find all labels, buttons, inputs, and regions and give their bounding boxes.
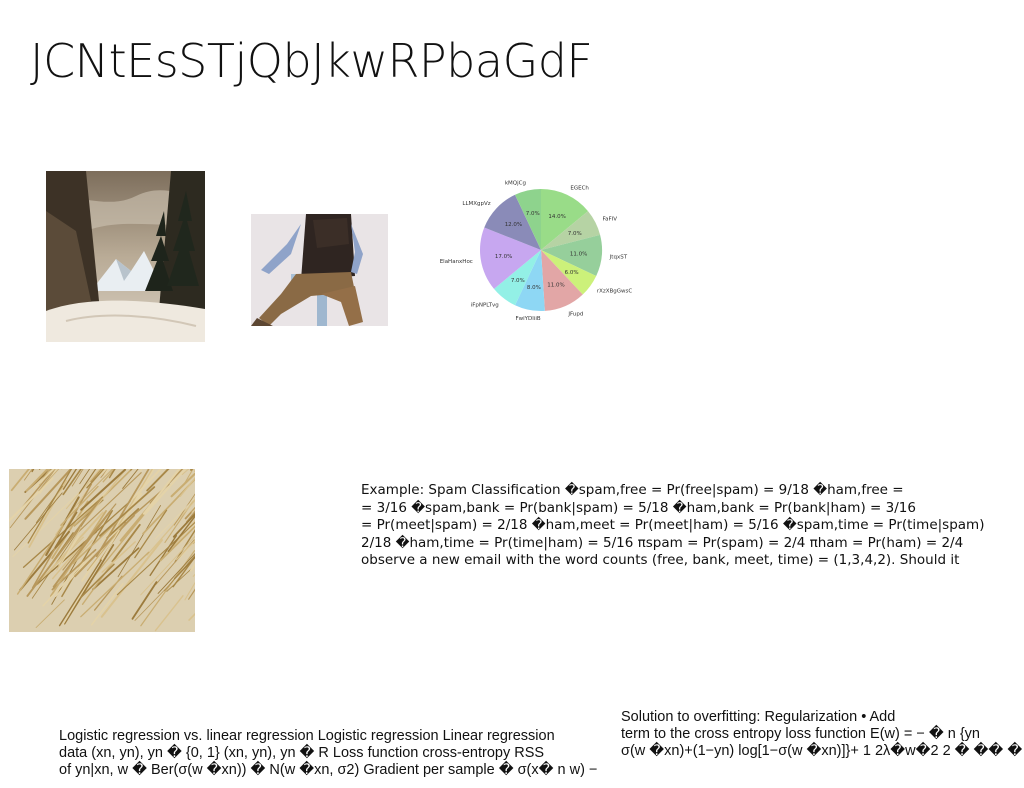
pie-category-label: LLMXgpVz [462,201,490,207]
spam-line: = 3/16 �spam,bank = Pr(bank|spam) = 5/18… [361,499,916,516]
pie-percent-label: 17.0% [495,254,512,260]
overfitting-line: term to the cross entropy loss function … [621,726,980,742]
pie-percent-label: 14.0% [548,214,565,220]
pie-category-label: kMQjCg [505,181,526,187]
pie-percent-label: 7.0% [526,211,540,217]
pie-percent-label: 8.0% [527,285,541,291]
pie-percent-label: 12.0% [505,222,522,228]
pie-category-label: JFupd [567,311,583,317]
spam-example-text: Example: Spam Classification �spam,free … [361,482,984,570]
spam-line: Example: Spam Classification �spam,free … [361,482,904,498]
spam-line: observe a new email with the word counts… [361,552,960,568]
mountain-photo-graphic [46,171,205,342]
spam-line: = Pr(meet|spam) = 2/18 �ham,meet = Pr(me… [361,517,985,533]
straw-photo-graphic [9,469,195,632]
pie-percent-label: 6.0% [565,270,579,276]
pie-category-label: EGECh [570,186,589,192]
overfitting-line: σ(w �xn)+(1−yn) log[1−σ(w �xn)]}+ 1 2λ�w… [621,743,1023,759]
logistic-line: data (xn, yn), yn � {0, 1} (xn, yn), yn … [59,745,545,761]
overfitting-text: Solution to overfitting: Regularization … [621,709,1022,760]
logistic-line: of yn|xn, w � Ber(σ(w �xn)) � N(w �xn, σ… [59,762,598,778]
pie-percent-label: 11.0% [547,283,564,289]
spam-line: 2/18 �ham,time = Pr(time|ham) = 5/16 πsp… [361,534,964,551]
pie-percent-label: 11.0% [570,252,587,258]
mountain-photo [46,171,205,342]
page-title: JCNtEsSTjQbJkwRPbaGdF [30,34,593,88]
pie-category-label: FaFIV [602,217,617,223]
pie-category-label: JtqxST [609,254,628,260]
pie-category-label: FwiYDliiB [515,316,540,322]
person-photo [251,214,388,326]
straw-photo [9,469,195,632]
person-photo-graphic [251,214,388,326]
pie-category-label: iFpNPLTvg [471,303,499,309]
pie-category-label: rXzXBgGwsC [597,289,633,295]
pie-percent-label: 7.0% [511,278,525,284]
pie-category-label: ElaHanxHoc [440,259,473,265]
pie-chart: 14.0% EGECh 7.0% FaFIV 11.0% JtqxST 6.0% rXzXBg… [440,181,633,322]
pie-percent-label: 7.0% [568,231,582,237]
logistic-line: Logistic regression vs. linear regressio… [59,728,555,744]
logistic-regression-text: Logistic regression vs. linear regressio… [59,728,597,779]
overfitting-line: Solution to overfitting: Regularization … [621,709,896,725]
